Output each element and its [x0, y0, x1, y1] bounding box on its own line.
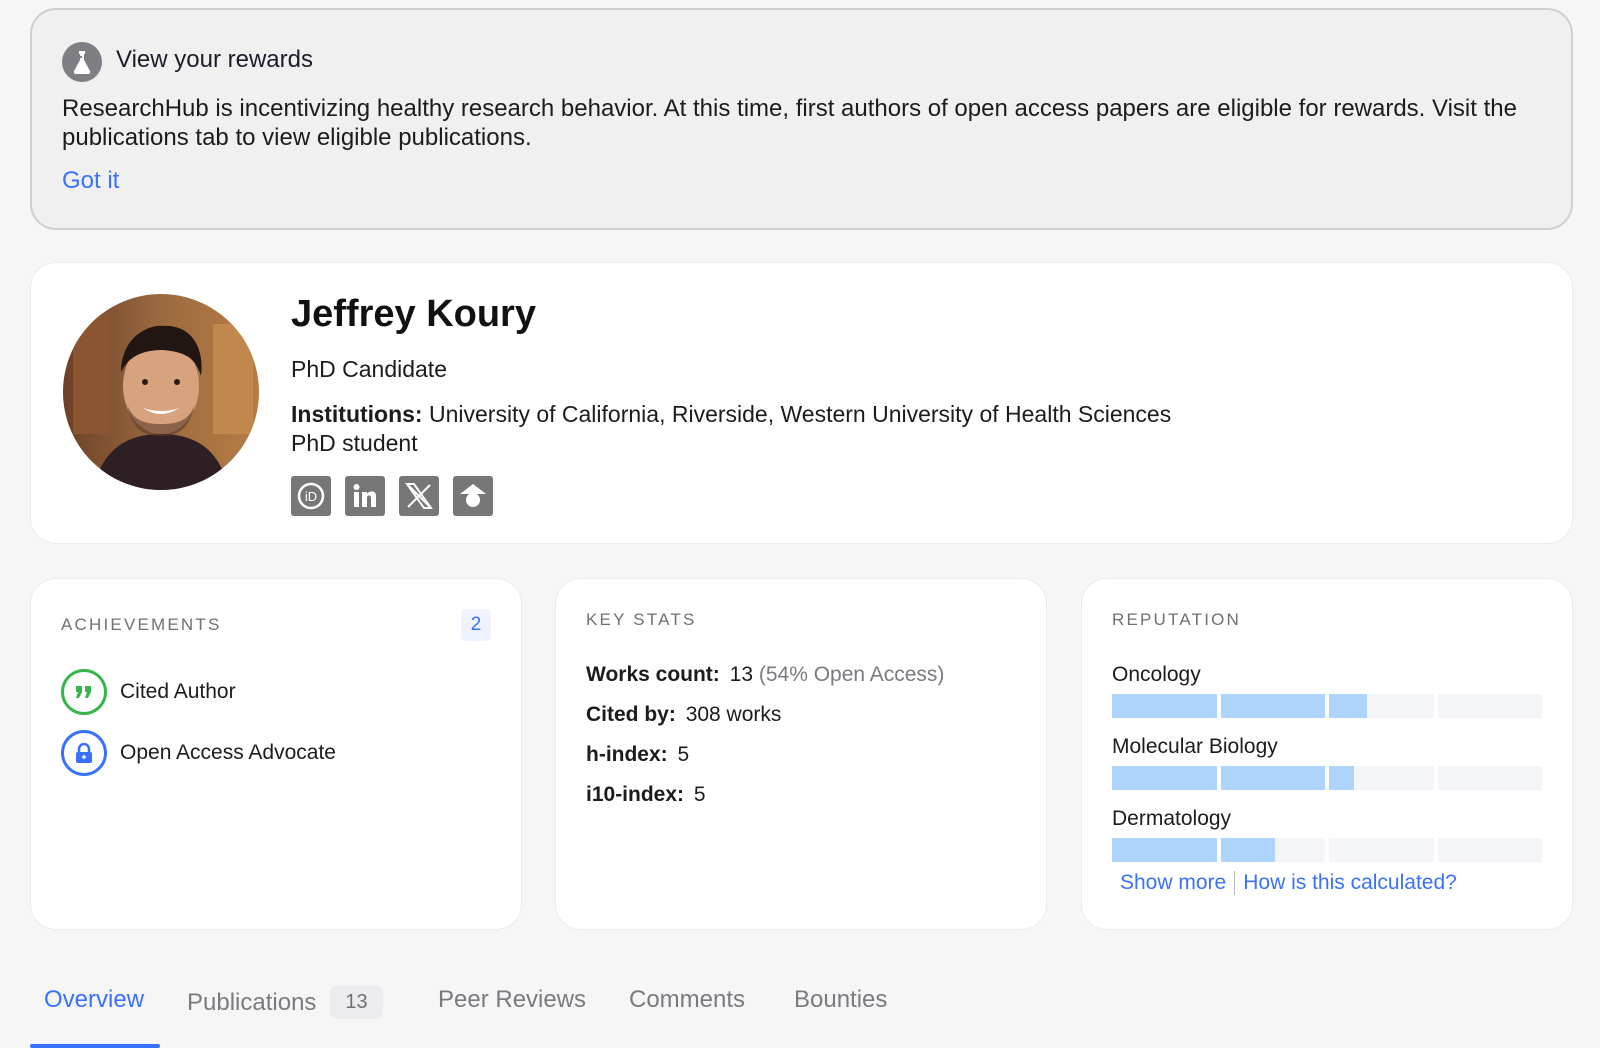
reputation-bar-fill	[1220, 766, 1325, 790]
works-count-label: Works count:	[586, 663, 720, 686]
got-it-link[interactable]: Got it	[62, 167, 119, 195]
rewards-banner: View your rewards ResearchHub is incenti…	[30, 8, 1573, 230]
achievement-label: Open Access Advocate	[120, 741, 336, 764]
achievements-count-badge: 2	[461, 609, 491, 641]
profile-headline: PhD student	[291, 430, 418, 456]
achievement-label: Cited Author	[120, 680, 236, 703]
key-stats-title: KEY STATS	[586, 610, 697, 629]
publications-count-badge: 13	[330, 986, 383, 1019]
reputation-bar	[1112, 766, 1542, 790]
h-index-value: 5	[677, 743, 690, 766]
institutions-value: University of California, Riverside, Wes…	[428, 401, 1172, 427]
tab-peer-reviews[interactable]: Peer Reviews	[438, 986, 586, 1014]
cited-by-value: 308 works	[685, 703, 782, 726]
active-tab-indicator	[30, 1044, 160, 1048]
i10-index-label: i10-index:	[586, 783, 685, 806]
profile-name: Jeffrey Koury	[291, 293, 536, 335]
tab-publications[interactable]: Publications 13	[187, 986, 383, 1019]
tab-label: Publications	[187, 988, 317, 1016]
reputation-bar-segment	[1112, 838, 1217, 862]
achievement-item[interactable]: Cited Author	[61, 669, 236, 715]
reputation-bar	[1112, 838, 1542, 862]
reputation-bar-fill	[1112, 838, 1217, 862]
tab-bounties[interactable]: Bounties	[794, 986, 887, 1014]
reputation-bar-segment	[1220, 838, 1325, 862]
works-open-access-note: (54% Open Access)	[758, 663, 945, 686]
i10-index-row: i10-index: 5	[586, 783, 706, 807]
tab-label: Overview	[44, 986, 145, 1013]
tab-label: Peer Reviews	[438, 986, 587, 1013]
reputation-bar	[1112, 694, 1542, 718]
reputation-bar-segment	[1112, 766, 1217, 790]
reputation-bar-segment	[1437, 694, 1542, 718]
reputation-bar-segment	[1329, 838, 1434, 862]
reputation-bar-fill	[1220, 838, 1275, 862]
reputation-bar-fill	[1329, 766, 1355, 790]
how-calculated-link[interactable]: How is this calculated?	[1243, 871, 1457, 895]
profile-institutions: Institutions: University of California, …	[291, 401, 1171, 428]
reputation-bar-fill	[1112, 694, 1217, 718]
profile-role: PhD Candidate	[291, 356, 447, 382]
banner-title: View your rewards	[116, 46, 313, 73]
achievements-card: ACHIEVEMENTS 2 Cited Author Open Access …	[30, 578, 522, 930]
reputation-bar-segment	[1329, 766, 1434, 790]
show-more-link[interactable]: Show more	[1120, 871, 1226, 895]
svg-text:iD: iD	[305, 489, 317, 504]
h-index-label: h-index:	[586, 743, 668, 766]
reputation-hub-label: Dermatology	[1112, 807, 1232, 830]
social-links: iD	[291, 476, 493, 516]
profile-card: Jeffrey Koury PhD Candidate Institutions…	[30, 262, 1573, 544]
reputation-title: REPUTATION	[1112, 610, 1242, 629]
tab-label: Comments	[629, 986, 746, 1013]
reputation-bar-fill	[1112, 766, 1217, 790]
reputation-bar-fill	[1220, 694, 1325, 718]
i10-index-value: 5	[693, 783, 706, 806]
reputation-card: REPUTATION Oncology Molecular Biology De…	[1081, 578, 1573, 930]
cited-by-row: Cited by: 308 works	[586, 703, 781, 727]
reputation-bar-segment	[1112, 694, 1217, 718]
linkedin-icon[interactable]	[345, 476, 385, 516]
reputation-bar-fill	[1329, 694, 1367, 718]
reputation-bar-segment	[1437, 838, 1542, 862]
orcid-icon[interactable]: iD	[291, 476, 331, 516]
reputation-hub-label: Oncology	[1112, 663, 1201, 686]
h-index-row: h-index: 5	[586, 743, 689, 767]
profile-tabs: Overview Publications 13 Peer Reviews Co…	[30, 968, 1573, 1048]
achievements-title: ACHIEVEMENTS	[61, 615, 222, 634]
reputation-bar-segment	[1437, 766, 1542, 790]
works-count-value: 13	[729, 663, 753, 686]
achievement-item[interactable]: Open Access Advocate	[61, 730, 336, 776]
lock-icon	[61, 730, 107, 776]
reputation-hub-label: Molecular Biology	[1112, 735, 1278, 758]
avatar	[63, 294, 259, 490]
tab-overview[interactable]: Overview	[44, 986, 144, 1014]
quote-icon	[61, 669, 107, 715]
cited-by-label: Cited by:	[586, 703, 676, 726]
tab-comments[interactable]: Comments	[629, 986, 745, 1014]
banner-text: ResearchHub is incentivizing healthy res…	[62, 95, 1517, 151]
key-stats-card: KEY STATS Works count: 13 (54% Open Acce…	[555, 578, 1047, 930]
reputation-bar-segment	[1329, 694, 1434, 718]
tab-label: Bounties	[794, 986, 888, 1013]
reputation-links: Show more How is this calculated?	[1120, 871, 1457, 895]
flask-icon	[62, 42, 102, 82]
x-icon[interactable]	[399, 476, 439, 516]
google-scholar-icon[interactable]	[453, 476, 493, 516]
link-divider	[1234, 871, 1236, 895]
works-count-row: Works count: 13 (54% Open Access)	[586, 663, 944, 687]
reputation-bar-segment	[1220, 694, 1325, 718]
institutions-label: Institutions:	[291, 401, 423, 427]
reputation-bar-segment	[1220, 766, 1325, 790]
